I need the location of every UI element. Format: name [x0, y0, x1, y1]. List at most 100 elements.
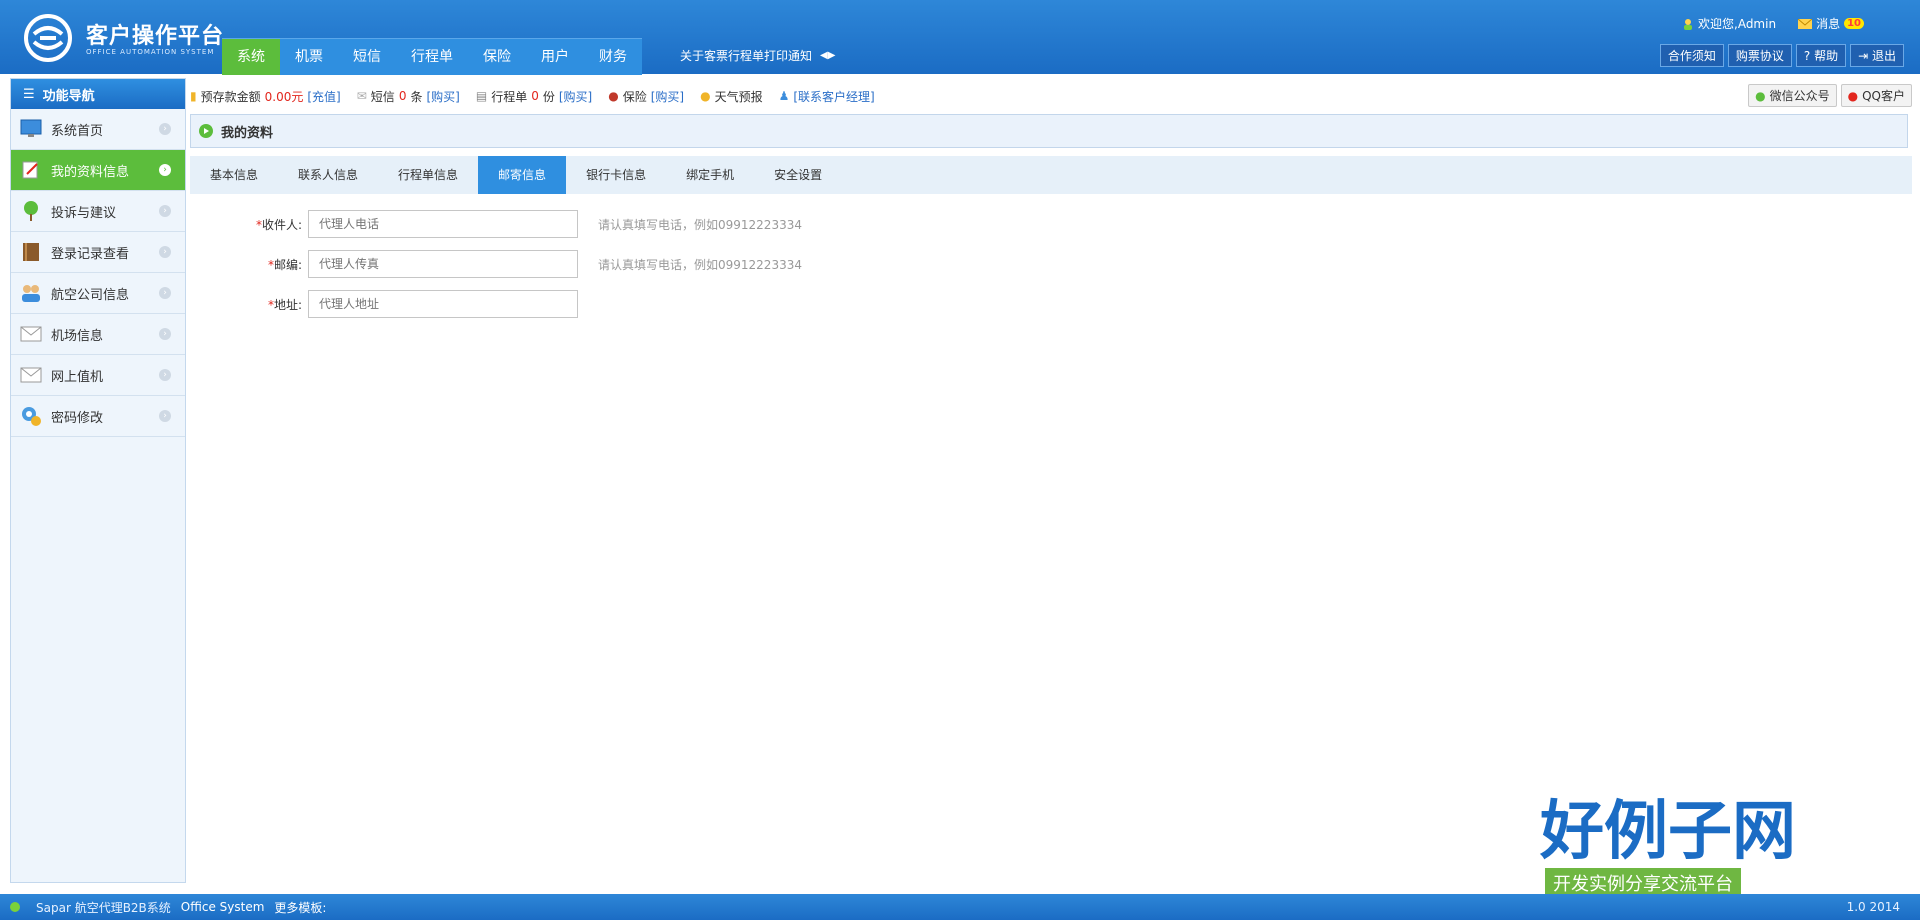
address-input[interactable]	[308, 290, 578, 318]
footer-bar: Sapar 航空代理B2B系统 Office System 更多模板: 1.0 …	[0, 894, 1920, 920]
messages-link[interactable]: 消息 10	[1798, 15, 1864, 32]
tab-bind-phone[interactable]: 绑定手机	[666, 156, 754, 194]
sidebar-item-password[interactable]: 密码修改 ›	[11, 396, 185, 437]
brand-title: 客户操作平台	[86, 24, 225, 49]
top-buttons: 合作须知 购票协议 ? 帮助 ⇥ 退出	[1659, 44, 1904, 67]
form-row-postcode: *邮编: 请认真填写电话，例如09912223334	[190, 244, 1912, 284]
chevron-right-icon: ›	[159, 410, 171, 422]
itinerary-count: 0	[531, 89, 539, 103]
notice-text[interactable]: 关于客票行程单打印通知	[680, 47, 812, 64]
form-row-recipient: *收件人: 请认真填写电话，例如09912223334	[190, 204, 1912, 244]
agreement-button[interactable]: 购票协议	[1727, 44, 1792, 67]
sidebar-item-airlines[interactable]: 航空公司信息 ›	[11, 273, 185, 314]
sms-buy-link[interactable]: [购买]	[426, 88, 459, 105]
logout-icon: ⇥	[1858, 49, 1869, 63]
info-bar: ▮ 预存款金额 0.00元 [充值] ✉ 短信 0 条 [购买] ▤ 行程单 0…	[190, 78, 1912, 114]
insurance-info: ● 保险 [购买]	[608, 88, 684, 105]
recipient-label-text: 收件人:	[261, 217, 302, 232]
chevron-right-icon: ›	[159, 246, 171, 258]
nav-itinerary[interactable]: 行程单	[396, 39, 468, 75]
wechat-button[interactable]: ● 微信公众号	[1748, 84, 1837, 107]
sidebar-item-label: 网上值机	[51, 369, 104, 385]
logo-icon	[24, 14, 72, 62]
wechat-label: 微信公众号	[1769, 89, 1830, 103]
sidebar-item-login-records[interactable]: 登录记录查看 ›	[11, 232, 185, 273]
top-right-area: 欢迎您,Admin 消息 10	[1682, 15, 1864, 32]
contact-manager-link[interactable]: [联系客户经理]	[793, 88, 874, 105]
footer-more-templates[interactable]: 更多模板:	[274, 899, 326, 916]
main-nav: 系统 机票 短信 行程单 保险 用户 财务	[222, 38, 642, 75]
header-bar: 客户操作平台 OFFICE AUTOMATION SYSTEM 系统 机票 短信…	[0, 0, 1920, 75]
tab-contact-info[interactable]: 联系人信息	[278, 156, 378, 194]
address-label-text: 地址:	[273, 297, 302, 312]
monitor-icon	[19, 117, 43, 141]
list-icon: ☰	[23, 86, 35, 102]
sidebar-item-checkin[interactable]: 网上值机 ›	[11, 355, 185, 396]
coins-icon: ▮	[190, 89, 197, 103]
sidebar-item-label: 航空公司信息	[51, 287, 130, 303]
mail-icon	[19, 363, 43, 387]
chevron-right-icon: ›	[159, 369, 171, 381]
cooperation-button[interactable]: 合作须知	[1659, 44, 1724, 67]
itinerary-info: ▤ 行程单 0 份 [购买]	[476, 88, 592, 105]
deposit-info: ▮ 预存款金额 0.00元 [充值]	[190, 88, 341, 105]
weather-info[interactable]: ● 天气预报	[700, 88, 763, 105]
tree-icon	[19, 199, 43, 223]
tab-mailing-info[interactable]: 邮寄信息	[478, 156, 567, 194]
recipient-input[interactable]	[308, 210, 578, 238]
qq-label: QQ客户	[1862, 89, 1905, 103]
postcode-input[interactable]	[308, 250, 578, 278]
sms-label: 短信	[370, 89, 395, 104]
chevron-right-icon: ›	[159, 328, 171, 340]
mail-icon	[19, 322, 43, 346]
logout-button[interactable]: ⇥ 退出	[1850, 44, 1904, 67]
sidebar-item-airports[interactable]: 机场信息 ›	[11, 314, 185, 355]
help-button[interactable]: ? 帮助	[1795, 44, 1847, 67]
sidebar-item-complaints[interactable]: 投诉与建议 ›	[11, 191, 185, 232]
form-row-address: *地址:	[190, 284, 1912, 324]
nav-ticket[interactable]: 机票	[280, 39, 338, 75]
recipient-hint: 请认真填写电话，例如09912223334	[598, 217, 802, 232]
manager-icon: ♟	[778, 89, 790, 103]
contact-info[interactable]: ♟ [联系客户经理]	[779, 88, 875, 105]
social-buttons: ● 微信公众号 ● QQ客户	[1748, 84, 1912, 107]
recharge-link[interactable]: [充值]	[307, 88, 340, 105]
nav-sms[interactable]: 短信	[338, 39, 396, 75]
help-icon: ?	[1803, 49, 1811, 63]
qq-button[interactable]: ● QQ客户	[1840, 84, 1912, 107]
footer-left: Sapar 航空代理B2B系统 Office System 更多模板:	[0, 899, 326, 916]
sidebar-item-home[interactable]: 系统首页 ›	[11, 109, 185, 150]
welcome-user: 欢迎您,Admin	[1682, 15, 1776, 32]
tab-security[interactable]: 安全设置	[754, 156, 842, 194]
weather-label: 天气预报	[714, 89, 763, 104]
nav-user[interactable]: 用户	[526, 39, 584, 75]
deposit-label: 预存款金额	[200, 89, 261, 104]
footer-version: 1.0 2014	[1846, 900, 1900, 914]
sidebar-item-my-profile[interactable]: 我的资料信息 ›	[11, 150, 185, 191]
edit-icon	[19, 158, 43, 182]
nav-system[interactable]: 系统	[222, 39, 280, 75]
section-title: 我的资料	[221, 125, 274, 141]
chevron-right-icon: ›	[159, 287, 171, 299]
tab-bank-card[interactable]: 银行卡信息	[566, 156, 666, 194]
nav-insurance[interactable]: 保险	[468, 39, 526, 75]
tab-basic-info[interactable]: 基本信息	[190, 156, 278, 194]
sidebar-header: ☰ 功能导航	[11, 79, 185, 109]
book-icon	[19, 240, 43, 264]
welcome-text: 欢迎您,Admin	[1698, 17, 1777, 31]
brand-subtitle: OFFICE AUTOMATION SYSTEM	[86, 48, 215, 56]
itinerary-unit: 份	[542, 89, 555, 104]
envelope-icon	[1798, 18, 1813, 29]
itinerary-buy-link[interactable]: [购买]	[559, 88, 592, 105]
sidebar-item-label: 机场信息	[51, 328, 104, 344]
profile-tabs: 基本信息 联系人信息 行程单信息 邮寄信息 银行卡信息 绑定手机 安全设置	[190, 156, 1912, 194]
help-label: 帮助	[1814, 49, 1839, 63]
nav-finance[interactable]: 财务	[584, 39, 642, 75]
itinerary-label: 行程单	[491, 89, 528, 104]
insurance-buy-link[interactable]: [购买]	[651, 88, 684, 105]
notice-arrows-icon[interactable]: ◀▶	[820, 50, 835, 61]
user-icon	[1684, 18, 1692, 30]
tab-itinerary-info[interactable]: 行程单信息	[378, 156, 478, 194]
sun-icon: ●	[700, 89, 711, 103]
system-status-icon	[10, 902, 20, 912]
